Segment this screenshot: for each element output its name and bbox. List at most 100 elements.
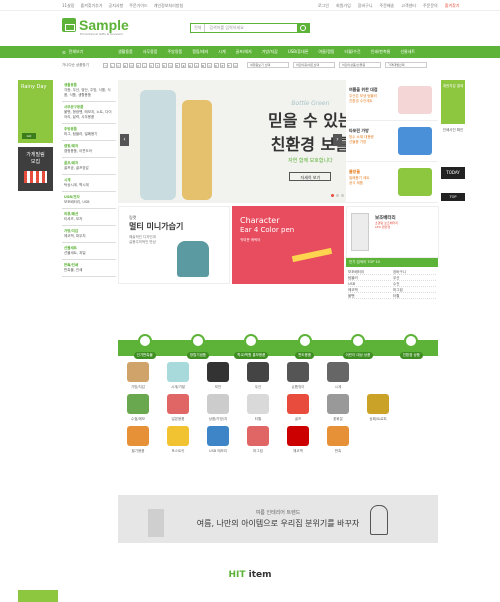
grid-item[interactable]: 필기용품	[118, 426, 158, 454]
right-check-link[interactable]: 인쇄사진 확인	[441, 128, 465, 133]
order-link[interactable]: 주문배송	[380, 3, 395, 9]
category-links[interactable]: 각종, 우산, 양산, 주방, 식품, 식품, 식품, 생활용품	[64, 88, 114, 98]
top-link[interactable]: 즐겨찾기추가	[80, 3, 102, 9]
grid-item[interactable]: 우산	[238, 362, 278, 390]
login-link[interactable]: 로그인	[318, 3, 329, 9]
pen-banner[interactable]: Character Ear 4 Color pen 귀여운 캐릭터	[232, 206, 344, 284]
letter-button[interactable]: ㅅ	[142, 63, 147, 68]
letter-button[interactable]: ㅊ	[161, 63, 167, 68]
grid-item[interactable]: 타월	[238, 394, 278, 422]
slide-dot[interactable]	[341, 194, 344, 197]
all-categories-button[interactable]: ☰ 전체보기	[62, 46, 83, 58]
cart-link[interactable]: 장바구니	[358, 3, 373, 9]
grid-item[interactable]: 일본용품	[158, 394, 198, 422]
today-button[interactable]: TODAY	[441, 167, 465, 179]
side-promo[interactable]: 물방울 밀폐용기 세트 공식 제품	[346, 162, 438, 203]
letter-button[interactable]: ㅍ	[181, 63, 186, 68]
top-button[interactable]: TOP	[441, 193, 465, 201]
inquiry-link[interactable]: 주문문의	[423, 3, 438, 9]
rainy-day-banner[interactable]: Rainy Day GO	[18, 80, 53, 143]
category-links[interactable]: 선물세트, 과일	[64, 251, 114, 256]
filter-select[interactable]: 가격대별선택	[385, 62, 427, 68]
filter-select[interactable]: 여행용보기 선택	[247, 62, 289, 68]
interior-banner[interactable]: 여름 인테리어 트렌드 여름, 나만의 아이템으로 우리집 분위기를 바꾸자	[118, 495, 438, 543]
search-input[interactable]: 검색어를 입력하세요	[205, 25, 297, 31]
nav-item[interactable]: 인쇄/판촉물	[371, 49, 391, 55]
nav-item[interactable]: 사무용품	[143, 49, 158, 55]
category-links[interactable]: 탁상시계, 벽시계	[64, 183, 114, 188]
category-links[interactable]: 볼펜, 형광펜, 메모지, 노트, 다이어리, 달력, 사무용품	[64, 110, 114, 120]
top-link[interactable]: 11살장	[62, 3, 74, 9]
grid-item[interactable]: 상패/트로피	[358, 394, 398, 422]
nav-item[interactable]: 타월/수건	[345, 49, 361, 55]
next-arrow-icon[interactable]: ›	[333, 134, 342, 146]
top-link[interactable]: 공지사항	[109, 3, 124, 9]
prev-arrow-icon[interactable]: ‹	[120, 134, 129, 146]
slide-dot[interactable]	[336, 194, 339, 197]
category-links[interactable]: 머그, 텀블러, 밀폐용기	[64, 132, 114, 137]
grid-item[interactable]: 보안	[198, 362, 238, 390]
letter-button[interactable]: F	[226, 63, 232, 68]
grid-item[interactable]: 에코백	[278, 426, 318, 454]
hero-detail-button[interactable]: 자세히 보기	[289, 172, 332, 181]
nav-item[interactable]: 가방/지갑	[262, 49, 278, 55]
site-logo[interactable]: Sample	[62, 17, 129, 33]
theme-category[interactable]: 창립기념품	[178, 334, 218, 359]
cs-link[interactable]: 고객센터	[401, 3, 416, 9]
theme-category[interactable]: 판도용품	[285, 334, 325, 359]
category-links[interactable]: 에코백, 파우치	[64, 234, 114, 239]
theme-category[interactable]: 친환경 상품	[391, 334, 431, 359]
grid-item[interactable]: 골프	[278, 394, 318, 422]
nav-item[interactable]: 생활용품	[118, 49, 133, 55]
category-links[interactable]: 보조배터리, USB	[64, 200, 114, 205]
letter-button[interactable]: ㄱ	[103, 63, 108, 68]
grid-item[interactable]: 시계	[318, 362, 358, 390]
nav-item[interactable]: 캠핑/레저	[192, 49, 208, 55]
letter-button[interactable]: ㄹ	[122, 63, 128, 68]
letter-button[interactable]: B	[200, 63, 206, 68]
bookmark-link[interactable]: 즐겨찾기	[445, 3, 460, 9]
search-category-select[interactable]: 전체	[191, 24, 206, 32]
grid-item[interactable]: 시계/가발	[158, 362, 198, 390]
right-ad-banner[interactable]: 계란지갑 결제	[441, 80, 465, 124]
side-promo[interactable]: 여름을 위한 대접 우산은 보냉 텀블러 친환경 수건세트	[346, 80, 438, 121]
letter-button[interactable]: A	[194, 63, 199, 68]
category-links[interactable]: 티셔츠, 모자	[64, 217, 114, 222]
letter-button[interactable]: ㅇ	[148, 63, 154, 68]
grid-item[interactable]: 꽃화분	[318, 394, 358, 422]
grid-item[interactable]: 포스트잇	[158, 426, 198, 454]
store-banner[interactable]: 가게빌림 모집	[18, 147, 53, 191]
grid-item[interactable]: 판촉	[318, 426, 358, 454]
rainy-go-button[interactable]: GO	[22, 133, 36, 139]
letter-button[interactable]: ㅂ	[135, 63, 141, 68]
search-icon[interactable]	[297, 24, 309, 32]
grid-item[interactable]: 상품/가방/지	[198, 394, 238, 422]
hit-item[interactable]	[18, 590, 58, 602]
nav-item[interactable]: 시계	[218, 49, 225, 55]
grid-item[interactable]: 머그컵	[238, 426, 278, 454]
letter-button[interactable]: ㅌ	[174, 63, 180, 68]
letter-button[interactable]: ㄴ	[109, 63, 115, 68]
filter-select[interactable]: 어린이용/세트선택	[293, 62, 335, 68]
letter-button[interactable]: ㅈ	[155, 63, 160, 68]
battery-banner[interactable]: 보조배터리 초경량 보조배터리 LED 랜턴형	[346, 206, 439, 258]
theme-category[interactable]: 학교/학원 홍보용품	[231, 334, 271, 359]
top-link[interactable]: 개인정보처리방침	[154, 3, 183, 9]
nav-item[interactable]: 골프/레저	[236, 49, 252, 55]
humidifier-banner[interactable]: 링캣 멀티 미니가습기 예술적인 디자인과 실용주의적인 만남	[118, 206, 230, 284]
theme-category[interactable]: 어린이 대상 상품	[338, 334, 378, 359]
side-promo[interactable]: 타포린 가방 방수 소재 대용량 선물용 가방	[346, 121, 438, 162]
grid-item[interactable]: USB 메모리	[198, 426, 238, 454]
join-link[interactable]: 회원가입	[336, 3, 351, 9]
grid-item[interactable]: 가방/지갑	[118, 362, 158, 390]
category-links[interactable]: 판촉물, 인쇄	[64, 268, 114, 273]
theme-category[interactable]: 인기판촉물	[125, 334, 165, 359]
nav-item[interactable]: 선물세트	[400, 49, 415, 55]
nav-item[interactable]: 여름/캠핑	[318, 49, 334, 55]
nav-item[interactable]: USB/휴대폰	[288, 49, 309, 55]
letter-button[interactable]: ㅋ	[168, 63, 173, 68]
letter-button[interactable]: E	[220, 63, 225, 68]
category-links[interactable]: 캠핑용품, 아웃도어	[64, 149, 114, 154]
letter-button[interactable]: C	[207, 63, 212, 68]
letter-button[interactable]: ㄷ	[116, 63, 121, 68]
